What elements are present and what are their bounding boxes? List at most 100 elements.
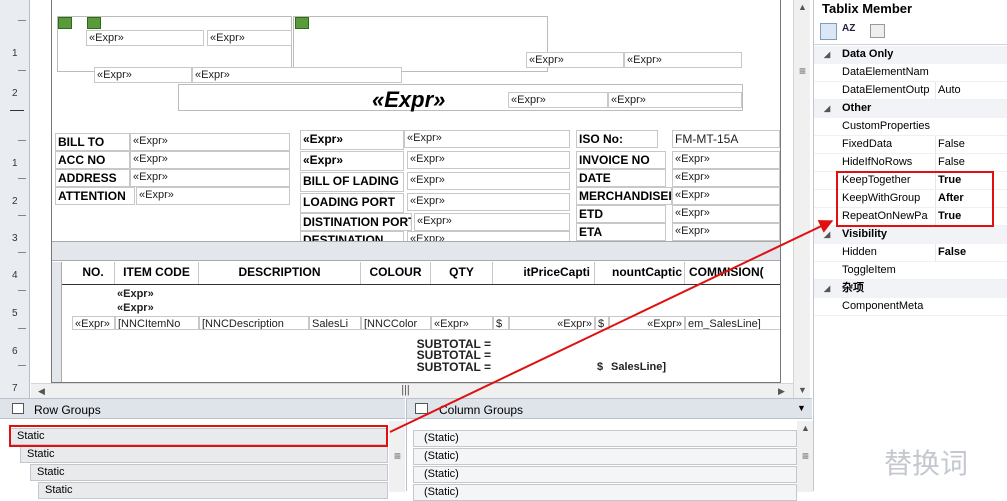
- row-groups-scrollbar[interactable]: ≡: [389, 421, 405, 492]
- expr-field[interactable]: «Expr»: [130, 133, 290, 151]
- column-group-item[interactable]: (Static): [413, 484, 797, 501]
- detail-cell[interactable]: $: [493, 316, 509, 330]
- scroll-down-icon[interactable]: ▼: [794, 385, 811, 395]
- expr-field[interactable]: «Expr»: [94, 67, 192, 83]
- property-pages-icon[interactable]: [870, 24, 885, 38]
- designer-vertical-scrollbar[interactable]: ▲ ≡ ▼: [793, 0, 810, 398]
- row-group-item[interactable]: Static: [20, 446, 388, 463]
- column-groups-scrollbar[interactable]: ▲ ≡: [797, 421, 813, 492]
- expr-field[interactable]: «Expr»: [672, 169, 780, 187]
- property-row[interactable]: CustomProperties: [814, 118, 1007, 136]
- property-category[interactable]: ◢ Visibility: [814, 226, 1007, 244]
- header-no[interactable]: NO.: [72, 262, 115, 284]
- scroll-grip-icon[interactable]: |||: [397, 384, 414, 396]
- detail-cell[interactable]: «Expr»: [72, 316, 115, 330]
- header-item-code[interactable]: ITEM CODE: [115, 262, 199, 284]
- scroll-left-icon[interactable]: ◀: [33, 386, 50, 397]
- detail-cell[interactable]: «Expr»: [509, 316, 595, 330]
- expr-field[interactable]: «Expr»: [624, 52, 742, 68]
- subtotal-label[interactable]: SUBTOTAL =: [393, 360, 493, 374]
- report-title-expr[interactable]: «Expr»: [372, 87, 445, 113]
- subtotal-salesline[interactable]: SalesLine]: [609, 360, 685, 374]
- expr-bold[interactable]: «Expr»: [300, 130, 404, 150]
- property-row[interactable]: DataElementNam: [814, 64, 1007, 82]
- group-expr[interactable]: «Expr»: [115, 287, 695, 301]
- group-expr[interactable]: «Expr»: [115, 301, 695, 315]
- iso-value[interactable]: FM-MT-15A: [672, 130, 780, 148]
- expr-field[interactable]: «Expr»: [672, 187, 780, 205]
- detail-cell[interactable]: «Expr»: [431, 316, 493, 330]
- property-value[interactable]: False: [935, 154, 1005, 171]
- property-category[interactable]: ◢ Data Only: [814, 46, 1007, 64]
- alphabetical-icon[interactable]: AZ: [842, 23, 859, 40]
- property-row[interactable]: HideIfNoRows False: [814, 154, 1007, 172]
- subtotal-dollar[interactable]: $: [595, 360, 609, 374]
- ruler-mark: 1: [12, 48, 18, 59]
- collapse-icon[interactable]: ◢: [824, 226, 830, 243]
- property-category[interactable]: ◢ 杂项: [814, 280, 1007, 298]
- expr-field[interactable]: «Expr»: [608, 92, 742, 108]
- expr-field[interactable]: «Expr»: [136, 187, 290, 205]
- tablix-row-handles[interactable]: [52, 262, 62, 382]
- header-colour[interactable]: COLOUR: [361, 262, 431, 284]
- detail-cell[interactable]: [NNCColor: [361, 316, 431, 330]
- detail-cell[interactable]: $: [595, 316, 609, 330]
- header-amount[interactable]: nountCaptic: [595, 262, 685, 284]
- expr-field[interactable]: «Expr»: [672, 205, 780, 223]
- expr-field[interactable]: «Expr»: [508, 92, 608, 108]
- designer-horizontal-scrollbar[interactable]: ◀ ||| ▶: [31, 383, 793, 398]
- expr-field[interactable]: «Expr»: [526, 52, 624, 68]
- header-description[interactable]: DESCRIPTION: [199, 262, 361, 284]
- expr-field[interactable]: «Expr»: [407, 193, 570, 211]
- detail-cell[interactable]: «Expr»: [609, 316, 685, 330]
- scroll-up-icon[interactable]: ▲: [794, 2, 811, 12]
- column-group-item[interactable]: (Static): [413, 430, 797, 447]
- collapse-icon[interactable]: ◢: [824, 280, 830, 297]
- detail-cell[interactable]: [NNCItemNo: [115, 316, 199, 330]
- detail-cell[interactable]: [NNCDescription: [199, 316, 309, 330]
- tablix-column-handles[interactable]: [52, 241, 780, 261]
- column-group-item[interactable]: (Static): [413, 466, 797, 483]
- property-value[interactable]: Auto: [935, 82, 1005, 99]
- report-body[interactable]: «Expr» «Expr» «Expr» «Expr» «Expr» «Expr…: [51, 0, 781, 383]
- property-row[interactable]: FixedData False: [814, 136, 1007, 154]
- expr-field[interactable]: «Expr»: [407, 172, 570, 190]
- property-name: FixedData: [842, 138, 893, 150]
- property-name: Hidden: [842, 246, 877, 258]
- expr-field[interactable]: «Expr»: [86, 30, 204, 46]
- collapse-icon[interactable]: ◢: [824, 100, 830, 117]
- expr-bold[interactable]: «Expr»: [300, 151, 404, 171]
- properties-title: Tablix Member: [822, 1, 913, 16]
- column-group-item[interactable]: (Static): [413, 448, 797, 465]
- header-unit-price[interactable]: itPriceCapti: [493, 262, 595, 284]
- property-row[interactable]: Hidden False: [814, 244, 1007, 262]
- property-row[interactable]: ToggleItem: [814, 262, 1007, 280]
- detail-cell[interactable]: em_SalesLine]: [685, 316, 780, 330]
- expr-field[interactable]: «Expr»: [672, 223, 780, 241]
- property-row[interactable]: DataElementOutp Auto: [814, 82, 1007, 100]
- property-value[interactable]: False: [935, 244, 1005, 261]
- expr-field[interactable]: «Expr»: [192, 67, 402, 83]
- expr-field[interactable]: «Expr»: [407, 151, 570, 169]
- row-groups-title: Row Groups: [34, 403, 101, 417]
- expr-field[interactable]: «Expr»: [207, 30, 292, 46]
- detail-cell[interactable]: SalesLi: [309, 316, 361, 330]
- categorized-icon[interactable]: [820, 23, 837, 40]
- collapse-icon[interactable]: ◢: [824, 46, 830, 63]
- scroll-right-icon[interactable]: ▶: [773, 386, 790, 397]
- property-value[interactable]: False: [935, 136, 1005, 153]
- expr-field[interactable]: «Expr»: [130, 169, 290, 187]
- label-eta: ETA: [576, 223, 666, 241]
- row-group-item[interactable]: Static: [30, 464, 388, 481]
- property-row[interactable]: ComponentMeta: [814, 298, 1007, 316]
- header-commision[interactable]: COMMISION(: [685, 262, 780, 284]
- expr-field[interactable]: «Expr»: [672, 151, 780, 169]
- scroll-grip-icon[interactable]: ≡: [794, 64, 811, 78]
- header-qty[interactable]: QTY: [431, 262, 493, 284]
- dropdown-arrow-icon[interactable]: ▼: [797, 403, 806, 413]
- expr-field[interactable]: «Expr»: [404, 130, 570, 148]
- expr-field[interactable]: «Expr»: [414, 213, 570, 231]
- property-category[interactable]: ◢ Other: [814, 100, 1007, 118]
- design-surface[interactable]: «Expr» «Expr» «Expr» «Expr» «Expr» «Expr…: [31, 0, 793, 383]
- expr-field[interactable]: «Expr»: [130, 151, 290, 169]
